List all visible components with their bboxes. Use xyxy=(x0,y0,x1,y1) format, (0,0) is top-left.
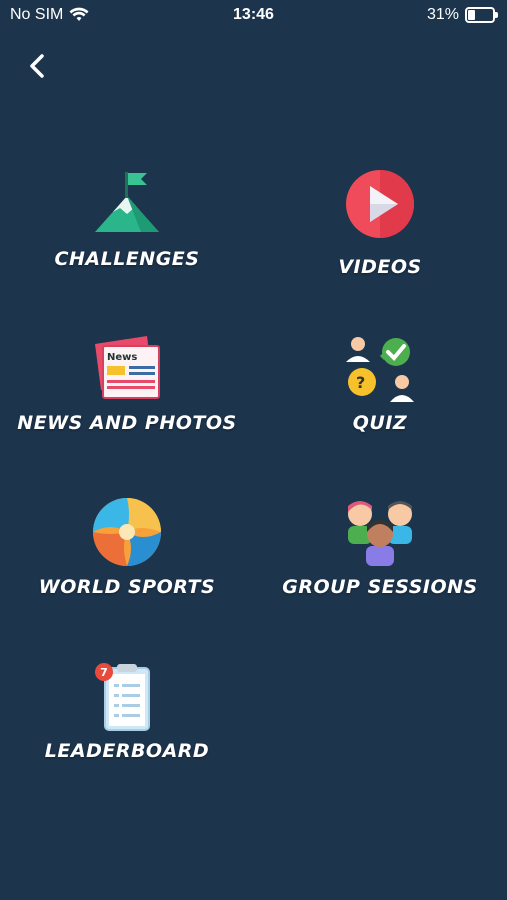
svg-text:News: News xyxy=(107,352,137,363)
play-button-icon xyxy=(346,170,414,238)
group-sessions-tile[interactable]: GROUP SESSIONS xyxy=(260,496,500,636)
world-sports-tile[interactable]: WORLD SPORTS xyxy=(7,496,247,636)
world-sports-label: WORLD SPORTS xyxy=(38,576,216,598)
videos-tile[interactable]: VIDEOS xyxy=(260,168,500,308)
back-button[interactable] xyxy=(22,50,54,82)
videos-label: VIDEOS xyxy=(338,256,422,278)
volleyball-icon xyxy=(93,498,161,566)
newspaper-icon: News xyxy=(95,336,160,399)
challenges-tile[interactable]: CHALLENGES xyxy=(7,168,247,308)
leaderboard-badge-count: 7 xyxy=(100,666,108,679)
quiz-icon: ? xyxy=(346,337,414,402)
chevron-left-icon xyxy=(30,54,44,78)
battery-percent: 31% xyxy=(426,6,459,23)
leaderboard-label: LEADERBOARD xyxy=(44,740,210,762)
svg-text:?: ? xyxy=(356,373,365,392)
news-and-photos-label: NEWS AND PHOTOS xyxy=(17,412,237,434)
quiz-tile[interactable]: ? QUIZ xyxy=(260,332,500,472)
leaderboard-tile[interactable]: 7 LEADERBOARD xyxy=(7,660,247,800)
battery-fill xyxy=(468,10,475,20)
quiz-label: QUIZ xyxy=(352,412,408,434)
news-and-photos-tile[interactable]: News NEWS AND PHOTOS xyxy=(7,332,247,472)
battery-icon xyxy=(465,7,498,23)
challenges-label: CHALLENGES xyxy=(54,248,200,270)
mountain-flag-icon xyxy=(95,172,159,232)
status-bar: No SIM 13:46 31% xyxy=(0,0,507,30)
status-right: 31% xyxy=(426,6,498,24)
clipboard-icon: 7 xyxy=(95,663,150,731)
group-sessions-label: GROUP SESSIONS xyxy=(282,576,478,598)
group-people-icon xyxy=(348,501,412,566)
